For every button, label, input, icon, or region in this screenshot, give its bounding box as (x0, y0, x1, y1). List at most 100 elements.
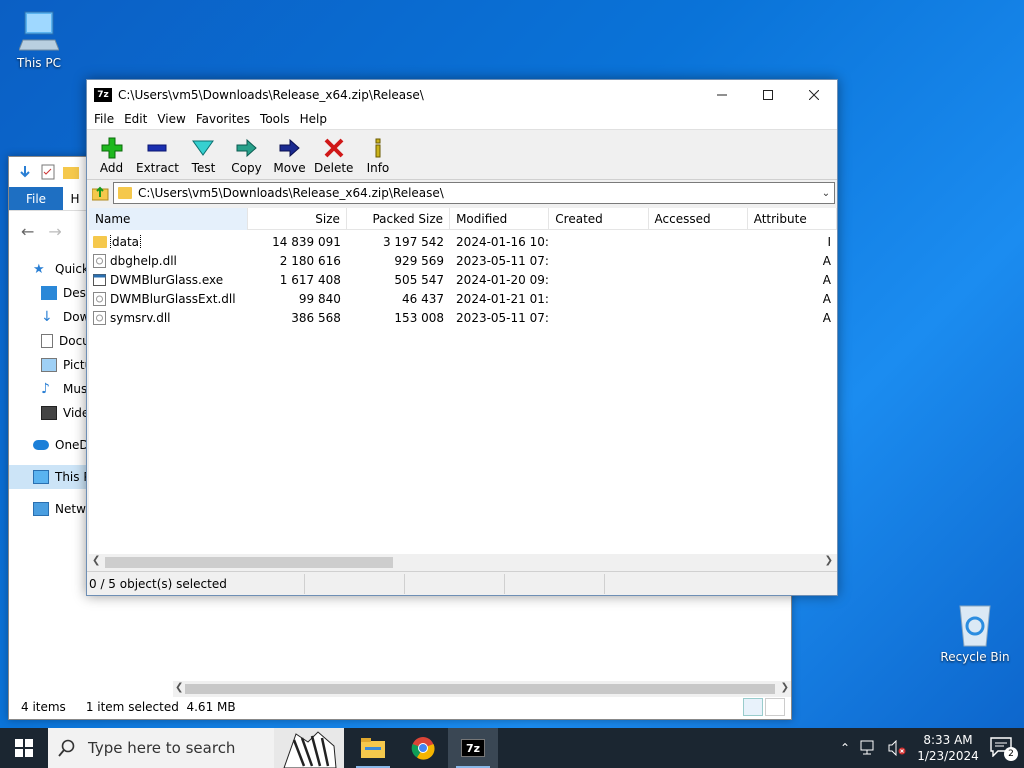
status-selected: 1 item selected 4.61 MB (85, 700, 236, 714)
sidebar-item-this-pc[interactable]: This P (9, 465, 87, 489)
7zip-taskbar-icon: 7z (461, 739, 485, 757)
column-name[interactable]: Name (89, 208, 248, 230)
7zip-statusbar: 0 / 5 object(s) selected (87, 571, 837, 595)
file-row[interactable]: dbghelp.dll 2 180 616 929 569 2023-05-11… (89, 251, 837, 270)
sidebar-item-pictures[interactable]: Pictu (9, 353, 87, 377)
test-button[interactable]: Test (185, 137, 222, 175)
move-button[interactable]: Move (271, 137, 308, 175)
7zip-window[interactable]: 7z C:\Users\vm5\Downloads\Release_x64.zi… (86, 79, 838, 596)
taskbar-search-box[interactable]: Type here to search (48, 728, 344, 768)
7zip-horizontal-scrollbar[interactable]: ❮ ❯ (89, 554, 837, 571)
forward-arrow-icon[interactable]: → (48, 222, 61, 241)
network-icon (33, 502, 49, 516)
desktop-recycle-bin[interactable]: Recycle Bin (940, 602, 1010, 664)
details-view-icon[interactable] (743, 698, 763, 716)
explorer-scroll-thumb[interactable] (185, 684, 775, 694)
scroll-right-icon[interactable]: ❯ (781, 682, 789, 693)
scroll-left-icon[interactable]: ❮ (92, 555, 100, 566)
notification-count-badge: 2 (1004, 747, 1018, 761)
desktop-recycle-bin-label: Recycle Bin (940, 650, 1010, 664)
folder-icon[interactable] (63, 165, 79, 179)
sidebar-item-downloads[interactable]: ↓ Dow (9, 305, 87, 329)
file-row[interactable]: symsrv.dll 386 568 153 008 2023-05-11 07… (89, 308, 837, 327)
exe-file-icon (93, 273, 106, 286)
address-field[interactable]: C:\Users\vm5\Downloads\Release_x64.zip\R… (113, 182, 835, 204)
file-size: 386 568 (291, 310, 341, 325)
taskbar-7zip[interactable]: 7z (448, 728, 498, 768)
column-accessed[interactable]: Accessed (649, 208, 748, 230)
add-button[interactable]: Add (93, 137, 130, 175)
quick-access-arrow-icon[interactable] (17, 164, 33, 180)
7zip-file-list[interactable]: Name Size Packed Size Modified Created A… (89, 208, 837, 554)
file-attributes: I (827, 234, 831, 249)
file-attributes: A (822, 272, 831, 287)
copy-button[interactable]: Copy (228, 137, 265, 175)
file-row[interactable]: DWMBlurGlassExt.dll 99 840 46 437 2024-0… (89, 289, 837, 308)
notification-center-button[interactable]: 2 (990, 737, 1018, 761)
taskbar-file-explorer[interactable] (348, 728, 398, 768)
scroll-left-icon[interactable]: ❮ (175, 682, 183, 693)
up-folder-button[interactable] (89, 182, 113, 204)
taskbar-chrome[interactable] (398, 728, 448, 768)
taskbar-clock[interactable]: 8:33 AM 1/23/2024 (916, 732, 980, 764)
sidebar-item-onedrive[interactable]: OneDr (9, 433, 87, 457)
status-item-count: 4 items (21, 700, 66, 714)
sidebar-item-desktop[interactable]: Desk (9, 281, 87, 305)
explorer-home-tab[interactable]: H (63, 187, 87, 210)
menu-edit[interactable]: Edit (119, 112, 152, 126)
selection-status: 0 / 5 object(s) selected (87, 573, 305, 594)
close-button[interactable] (791, 80, 837, 109)
sidebar-item-videos[interactable]: Vide (9, 401, 87, 425)
7zip-titlebar[interactable]: 7z C:\Users\vm5\Downloads\Release_x64.zi… (87, 80, 837, 109)
extract-button[interactable]: Extract (136, 137, 179, 175)
maximize-button[interactable] (745, 80, 791, 109)
chevron-up-icon[interactable]: ⌃ (840, 741, 850, 755)
explorer-sidebar: ★Quick Desk ↓Dow Docu Pictu ♪Mus Vide On… (9, 257, 87, 521)
scroll-right-icon[interactable]: ❯ (825, 555, 833, 566)
view-buttons (743, 698, 785, 716)
menu-help[interactable]: Help (295, 112, 332, 126)
7zip-address-bar: C:\Users\vm5\Downloads\Release_x64.zip\R… (87, 180, 837, 206)
delete-button[interactable]: Delete (314, 137, 353, 175)
taskbar: Type here to search 7z ⌃ 8:33 AM 1/23/20… (0, 728, 1024, 768)
volume-muted-icon[interactable] (888, 740, 906, 756)
menu-view[interactable]: View (152, 112, 190, 126)
sidebar-item-music[interactable]: ♪ Mus (9, 377, 87, 401)
start-button[interactable] (0, 728, 48, 768)
desktop-this-pc[interactable]: This PC (4, 10, 74, 70)
plus-icon (101, 137, 122, 159)
sidebar-item-network[interactable]: Netwo (9, 497, 87, 521)
minimize-button[interactable] (699, 80, 745, 109)
properties-icon[interactable] (41, 164, 55, 180)
column-size[interactable]: Size (248, 208, 347, 230)
file-row[interactable]: DWMBlurGlass.exe 1 617 408 505 547 2024-… (89, 270, 837, 289)
column-packed-size[interactable]: Packed Size (347, 208, 451, 230)
info-button[interactable]: Info (359, 137, 396, 175)
menu-tools[interactable]: Tools (255, 112, 295, 126)
delete-x-icon (324, 138, 344, 158)
move-arrow-icon (279, 138, 301, 158)
sidebar-item-documents[interactable]: Docu (9, 329, 87, 353)
file-packed-size: 153 008 (394, 310, 445, 325)
large-icons-view-icon[interactable] (765, 698, 785, 716)
chrome-icon (411, 737, 435, 760)
menu-file[interactable]: File (89, 112, 119, 126)
menu-favorites[interactable]: Favorites (191, 112, 255, 126)
search-placeholder: Type here to search (88, 739, 236, 757)
network-icon[interactable] (860, 740, 878, 756)
7zip-scroll-thumb[interactable] (105, 557, 393, 568)
cloud-icon (33, 440, 49, 450)
file-row[interactable]: data 14 839 091 3 197 542 2024-01-16 10:… (89, 232, 837, 251)
column-modified[interactable]: Modified (450, 208, 550, 230)
file-modified: 2023-05-11 07:50 (456, 310, 549, 325)
status-segment (405, 573, 505, 594)
chevron-down-icon[interactable]: ⌄ (818, 188, 834, 199)
column-created[interactable]: Created (549, 208, 649, 230)
back-arrow-icon[interactable]: ← (21, 222, 34, 241)
7zip-toolbar: Add Extract Test Copy Move Delete Info (87, 130, 837, 180)
sidebar-item-quick-access[interactable]: ★ Quick (9, 257, 87, 281)
column-attributes[interactable]: Attribute (748, 208, 837, 230)
file-modified: 2024-01-21 01:39 (456, 291, 549, 306)
explorer-file-tab[interactable]: File (9, 187, 63, 210)
desktop-this-pc-label: This PC (17, 56, 61, 70)
